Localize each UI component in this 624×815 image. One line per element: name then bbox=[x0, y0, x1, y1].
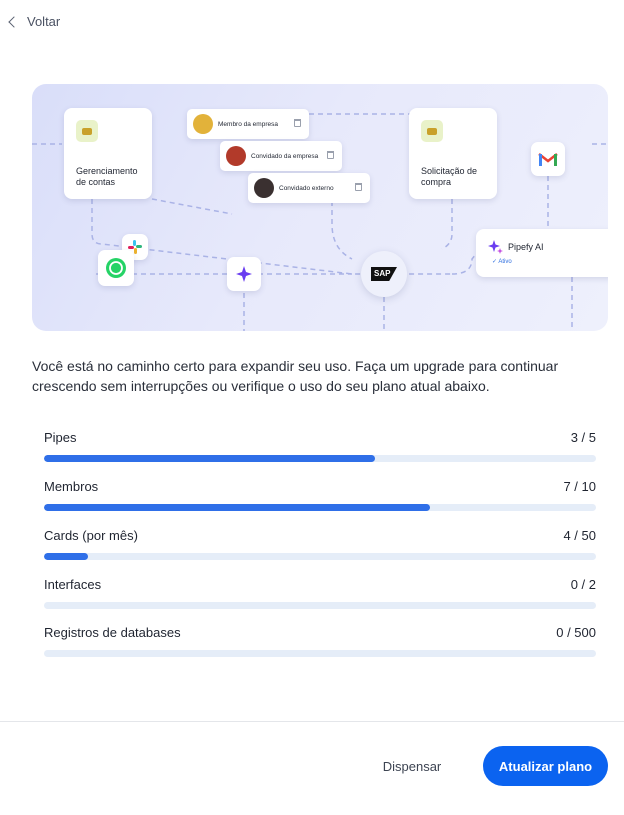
usage-bar bbox=[44, 602, 596, 609]
accounts-card: Gerenciamento de contas bbox=[64, 108, 152, 199]
usage-value: 0 / 500 bbox=[556, 625, 596, 640]
usage-database-records: Registros de databases 0 / 500 bbox=[44, 625, 596, 657]
usage-bar bbox=[44, 504, 596, 511]
trash-icon bbox=[355, 183, 362, 191]
pipefy-ai-card: Pipefy AI ✓ Ativo bbox=[476, 229, 608, 277]
usage-cards: Cards (por mês) 4 / 50 bbox=[44, 528, 596, 560]
member-pill: Convidado externo bbox=[248, 173, 370, 203]
usage-label: Registros de databases bbox=[44, 625, 181, 640]
usage-label: Interfaces bbox=[44, 577, 102, 592]
purchase-card: Solicitação de compra bbox=[409, 108, 497, 199]
usage-bar-fill bbox=[44, 504, 431, 511]
avatar bbox=[193, 114, 213, 134]
handshake-icon bbox=[76, 120, 98, 142]
footer-divider bbox=[0, 721, 624, 722]
sap-icon: SAP bbox=[361, 251, 407, 297]
usage-members: Membros 7 / 10 bbox=[44, 479, 596, 511]
usage-label: Cards (por mês) bbox=[44, 528, 138, 543]
usage-pipes: Pipes 3 / 5 bbox=[44, 430, 596, 462]
usage-bar bbox=[44, 455, 596, 462]
usage-value: 7 / 10 bbox=[563, 479, 596, 494]
avatar bbox=[226, 146, 246, 166]
pipefy-ai-icon bbox=[488, 240, 503, 254]
purchase-card-title: Solicitação de compra bbox=[421, 166, 478, 187]
member-label: Convidado da empresa bbox=[251, 152, 319, 160]
back-link[interactable]: Voltar bbox=[8, 14, 61, 29]
pipefy-ai-status: ✓ Ativo bbox=[492, 259, 512, 265]
upgrade-plan-button[interactable]: Atualizar plano bbox=[483, 746, 608, 786]
whatsapp-icon bbox=[98, 250, 134, 286]
member-label: Convidado externo bbox=[279, 184, 334, 192]
sap-logo-text: SAP bbox=[371, 267, 397, 281]
usage-bar bbox=[44, 650, 596, 657]
pipefy-ai-title: Pipefy AI bbox=[508, 242, 544, 252]
back-label: Voltar bbox=[27, 14, 61, 29]
hero-illustration: Gerenciamento de contas Solicitação de c… bbox=[32, 84, 608, 331]
member-pill: Membro da empresa bbox=[187, 109, 309, 139]
usage-label: Pipes bbox=[44, 430, 77, 445]
usage-interfaces: Interfaces 0 / 2 bbox=[44, 577, 596, 609]
usage-bar-fill bbox=[44, 553, 89, 560]
trash-icon bbox=[294, 119, 301, 127]
usage-bar-fill bbox=[44, 455, 376, 462]
usage-label: Membros bbox=[44, 479, 99, 494]
avatar bbox=[254, 178, 274, 198]
chevron-left-icon bbox=[8, 16, 20, 28]
usage-value: 4 / 50 bbox=[563, 528, 596, 543]
dismiss-button[interactable]: Dispensar bbox=[368, 752, 456, 780]
handshake-icon bbox=[421, 120, 443, 142]
upgrade-description: Você está no caminho certo para expandir… bbox=[32, 358, 559, 394]
usage-value: 3 / 5 bbox=[570, 430, 596, 445]
usage-bar bbox=[44, 553, 596, 560]
member-label: Membro da empresa bbox=[218, 120, 278, 128]
sparkle-icon bbox=[227, 257, 261, 291]
member-pill: Convidado da empresa bbox=[220, 141, 342, 171]
gmail-icon bbox=[531, 142, 565, 176]
usage-value: 0 / 2 bbox=[570, 577, 596, 592]
accounts-card-title: Gerenciamento de contas bbox=[76, 166, 138, 187]
trash-icon bbox=[327, 151, 334, 159]
